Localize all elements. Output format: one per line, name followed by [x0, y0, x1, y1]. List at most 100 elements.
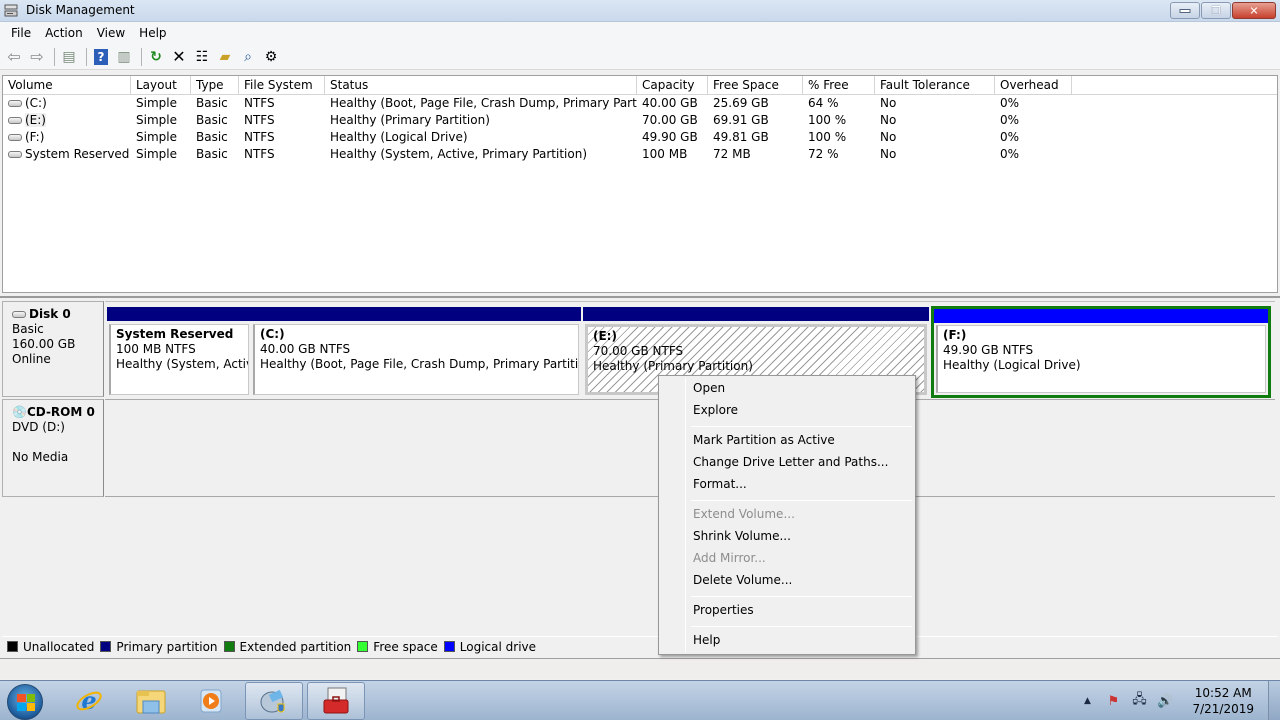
column-header-type[interactable]: Type	[191, 76, 239, 94]
menu-action[interactable]: Action	[38, 26, 90, 40]
capacity-cell: 70.00 GB	[642, 113, 698, 127]
menu-item-explore[interactable]: Explore	[693, 399, 738, 421]
fault-tolerance-cell: No	[880, 113, 897, 127]
volume-name: (C:)	[25, 96, 47, 110]
start-button[interactable]	[7, 684, 43, 720]
overhead-cell: 0%	[1000, 96, 1020, 110]
network-icon[interactable]: 🖧	[1129, 690, 1149, 712]
table-row[interactable]: (C:) Simple Basic NTFS Healthy (Boot, Pa…	[3, 95, 1277, 112]
back-button[interactable]: ⇦	[4, 47, 24, 67]
cdrom-0-label[interactable]: 💿CD-ROM 0 DVD (D:) No Media	[2, 399, 104, 497]
fault-tolerance-cell: No	[880, 147, 897, 161]
legend: Unallocated Primary partition Extended p…	[2, 636, 1278, 656]
help-button[interactable]: ?	[91, 47, 111, 67]
percent-free-cell: 100 %	[808, 130, 847, 144]
volume-name: (E:)	[25, 113, 46, 127]
maximize-button[interactable]: ❐	[1201, 2, 1231, 19]
menu-item-delete-volume[interactable]: Delete Volume...	[693, 569, 792, 591]
column-header-free-space[interactable]: Free Space	[708, 76, 803, 94]
disk-type: Basic	[12, 322, 44, 336]
file-system-cell: NTFS	[244, 130, 275, 144]
disk-size: 160.00 GB	[12, 337, 76, 351]
show-hide-console-tree-icon: ▤	[62, 48, 76, 65]
capacity-cell: 49.90 GB	[642, 130, 698, 144]
partition-name: System Reserved	[116, 327, 234, 341]
action-center-icon[interactable]: ⚑	[1103, 694, 1123, 709]
volume-icon[interactable]: 🔊	[1155, 694, 1175, 709]
settings-button[interactable]: ⚙	[261, 47, 281, 67]
properties-button[interactable]: ☷	[192, 47, 212, 67]
toolbar-separator	[54, 47, 55, 66]
context-menu: Open Explore Mark Partition as Active Ch…	[658, 375, 916, 655]
taskbar-media-player[interactable]	[182, 682, 240, 720]
clock[interactable]: 10:52 AM 7/21/2019	[1192, 685, 1254, 717]
drive-icon	[8, 100, 22, 107]
layout-cell: Simple	[136, 147, 177, 161]
back-icon: ⇦	[7, 47, 21, 66]
table-row[interactable]: (F:) Simple Basic NTFS Healthy (Logical …	[3, 129, 1277, 146]
clock-time: 10:52 AM	[1194, 686, 1252, 700]
restore-icon: ❐	[1211, 4, 1221, 17]
menu-bar: File Action View Help	[0, 22, 1280, 44]
menu-view[interactable]: View	[90, 26, 132, 40]
show-hide-console-tree-button[interactable]: ▤	[59, 47, 79, 67]
legend-swatch	[100, 641, 112, 652]
legend-swatch	[7, 641, 18, 652]
menu-item-format[interactable]: Format...	[693, 473, 747, 495]
type-cell: Basic	[196, 96, 228, 110]
open-button[interactable]: ▰	[215, 47, 235, 67]
status-cell: Healthy (Logical Drive)	[330, 130, 468, 144]
primary-partition-bar	[107, 307, 251, 321]
drive-icon	[8, 134, 22, 141]
menu-item-help[interactable]: Help	[693, 629, 720, 651]
show-hide-action-pane-button[interactable]: ▥	[114, 47, 134, 67]
column-header-volume[interactable]: Volume	[3, 76, 131, 94]
menu-help[interactable]: Help	[132, 26, 173, 40]
legend-swatch	[443, 641, 455, 652]
menu-item-properties[interactable]: Properties	[693, 599, 754, 621]
menu-separator	[691, 596, 912, 597]
explore-button[interactable]: ⌕	[238, 47, 258, 67]
refresh-button[interactable]: ↻	[146, 47, 166, 67]
column-header-percent-free[interactable]: % Free	[803, 76, 875, 94]
menu-item-mark-partition-active[interactable]: Mark Partition as Active	[693, 429, 835, 451]
column-header-fault-tolerance[interactable]: Fault Tolerance	[875, 76, 995, 94]
minimize-button[interactable]	[1170, 2, 1200, 19]
menu-item-change-drive-letter[interactable]: Change Drive Letter and Paths...	[693, 451, 888, 473]
disk-0-label[interactable]: Disk 0 Basic 160.00 GB Online	[2, 301, 104, 397]
close-button[interactable]: ✕	[1232, 2, 1276, 19]
column-header-file-system[interactable]: File System	[239, 76, 325, 94]
disk-management-app-icon	[4, 4, 18, 17]
taskbar-disk-management[interactable]	[307, 682, 365, 720]
taskbar-computer-management[interactable]	[245, 682, 303, 720]
logical-drive-bar	[934, 309, 1268, 323]
column-header-status[interactable]: Status	[325, 76, 637, 94]
column-header-capacity[interactable]: Capacity	[637, 76, 708, 94]
file-system-cell: NTFS	[244, 96, 275, 110]
partition-size: 70.00 GB NTFS	[593, 344, 684, 358]
fault-tolerance-cell: No	[880, 130, 897, 144]
column-header-layout[interactable]: Layout	[131, 76, 191, 94]
table-row[interactable]: System Reserved Simple Basic NTFS Health…	[3, 146, 1277, 163]
disk-graphical-view: Disk 0 Basic 160.00 GB Online System Res…	[0, 296, 1280, 658]
show-desktop-button[interactable]	[1268, 681, 1280, 720]
delete-button[interactable]: ✕	[169, 47, 189, 67]
legend-swatch	[223, 641, 235, 652]
disk-icon	[12, 311, 26, 318]
taskbar-windows-explorer[interactable]	[122, 682, 180, 720]
partition-f[interactable]: (F:) 49.90 GB NTFS Healthy (Logical Driv…	[931, 306, 1271, 398]
show-hidden-icons-button[interactable]: ▲	[1077, 696, 1097, 706]
close-icon: ✕	[1249, 4, 1259, 17]
primary-partition-bar	[251, 307, 581, 321]
menu-item-shrink-volume[interactable]: Shrink Volume...	[693, 525, 791, 547]
column-header-overhead[interactable]: Overhead	[995, 76, 1072, 94]
taskbar-internet-explorer[interactable]: e	[60, 682, 118, 720]
forward-button[interactable]: ⇨	[27, 47, 47, 67]
percent-free-cell: 64 %	[808, 96, 839, 110]
partition-system-reserved[interactable]: System Reserved 100 MB NTFS Healthy (Sys…	[107, 307, 251, 397]
partition-c[interactable]: (C:) 40.00 GB NTFS Healthy (Boot, Page F…	[251, 307, 581, 397]
menu-file[interactable]: File	[4, 26, 38, 40]
volume-list[interactable]: Volume Layout Type File System Status Ca…	[2, 75, 1278, 293]
table-row[interactable]: (E:) Simple Basic NTFS Healthy (Primary …	[3, 112, 1277, 129]
menu-item-open[interactable]: Open	[693, 377, 725, 399]
